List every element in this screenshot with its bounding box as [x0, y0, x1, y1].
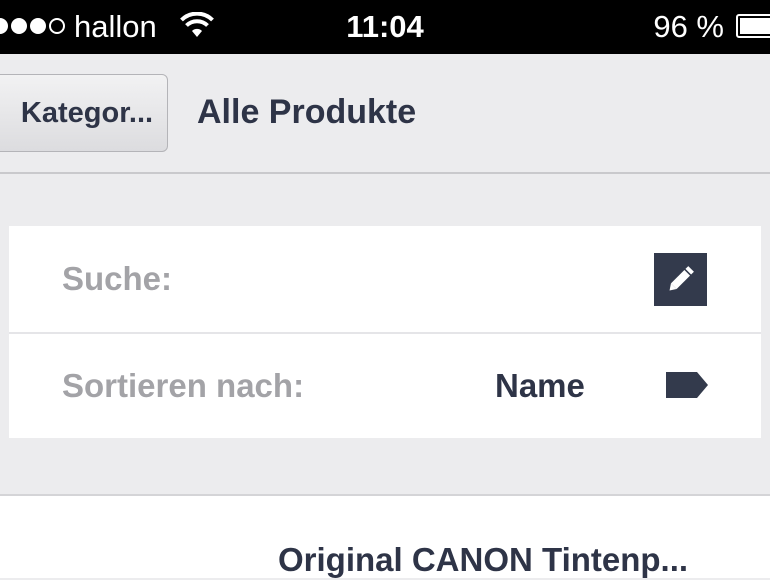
navigation-bar: Kategor... Alle Produkte [0, 54, 770, 174]
status-bar: hallon 11:04 96 % [0, 0, 770, 54]
filter-card: Suche: [9, 226, 761, 438]
tag-icon[interactable] [666, 372, 708, 398]
battery-percentage: 96 % [653, 9, 724, 44]
product-list: Original CANON Tintenp... [0, 494, 770, 578]
page-title: Alle Produkte [197, 93, 417, 131]
search-row[interactable]: Suche: [9, 226, 761, 332]
search-label: Suche: [62, 260, 173, 297]
pencil-icon[interactable] [654, 253, 707, 306]
back-button-categories[interactable]: Kategor... [0, 74, 168, 152]
sort-value: Name [495, 367, 585, 404]
carrier-name: hallon [74, 9, 157, 44]
sort-label: Sortieren nach: [62, 367, 305, 404]
list-item[interactable]: Original CANON Tintenp... [278, 540, 688, 580]
wifi-icon [180, 12, 214, 37]
battery-icon [736, 14, 770, 38]
